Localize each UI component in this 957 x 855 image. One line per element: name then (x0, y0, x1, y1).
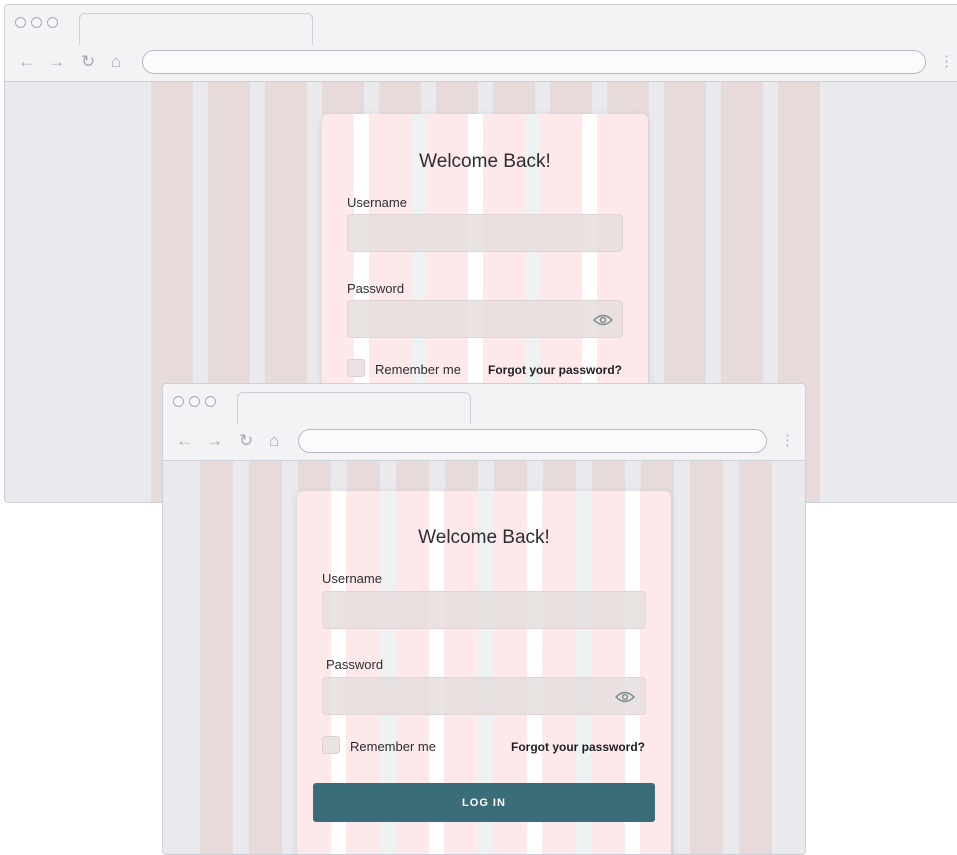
navigation-bar: ← → ↻ ⌂ ⋮ (163, 424, 805, 461)
browser-tab[interactable] (237, 392, 471, 425)
forgot-password-link[interactable]: Forgot your password? (511, 740, 645, 754)
minimize-window-button[interactable] (189, 396, 200, 407)
reload-icon[interactable]: ↻ (81, 53, 95, 71)
remember-me-label: Remember me (350, 739, 436, 754)
password-input[interactable] (347, 300, 623, 338)
password-label: Password (326, 657, 384, 672)
window-controls (15, 17, 58, 28)
username-label: Username (347, 195, 407, 210)
navigation-bar: ← → ↻ ⌂ ⋮ (5, 45, 957, 82)
username-label: Username (322, 571, 382, 586)
forgot-password-link[interactable]: Forgot your password? (488, 363, 622, 377)
menu-icon[interactable]: ⋮ (939, 53, 954, 71)
close-window-button[interactable] (15, 17, 26, 28)
welcome-heading: Welcome Back! (418, 527, 550, 548)
username-input[interactable] (347, 214, 623, 252)
password-label: Password (347, 281, 405, 296)
home-icon[interactable]: ⌂ (269, 432, 279, 450)
window-controls (173, 396, 216, 407)
maximize-window-button[interactable] (47, 17, 58, 28)
username-input[interactable] (322, 591, 646, 629)
show-password-eye-icon[interactable] (615, 691, 635, 703)
forward-arrow-icon[interactable]: → (206, 432, 223, 450)
maximize-window-button[interactable] (205, 396, 216, 407)
remember-me-label: Remember me (375, 362, 461, 377)
page-viewport: Welcome Back! Username Password Remember… (163, 461, 805, 854)
browser-tab[interactable] (79, 13, 313, 46)
title-bar (5, 5, 957, 46)
show-password-eye-icon[interactable] (593, 314, 613, 326)
welcome-heading: Welcome Back! (419, 151, 551, 172)
close-window-button[interactable] (173, 396, 184, 407)
address-bar[interactable] (298, 429, 767, 453)
browser-window-tablet: ← → ↻ ⌂ ⋮ Welcome Back! Username Passwor… (162, 383, 806, 855)
address-bar[interactable] (142, 50, 926, 74)
remember-me-checkbox[interactable] (322, 736, 340, 754)
back-arrow-icon[interactable]: ← (18, 53, 35, 71)
forward-arrow-icon[interactable]: → (48, 53, 65, 71)
menu-icon[interactable]: ⋮ (780, 432, 795, 450)
minimize-window-button[interactable] (31, 17, 42, 28)
remember-me-checkbox[interactable] (347, 359, 365, 377)
back-arrow-icon[interactable]: ← (176, 432, 193, 450)
login-button[interactable]: LOG IN (313, 783, 655, 822)
password-input[interactable] (322, 677, 646, 715)
login-card: Welcome Back! Username Password Remember… (297, 491, 671, 854)
title-bar (163, 384, 805, 425)
reload-icon[interactable]: ↻ (239, 432, 253, 450)
home-icon[interactable]: ⌂ (111, 53, 121, 71)
